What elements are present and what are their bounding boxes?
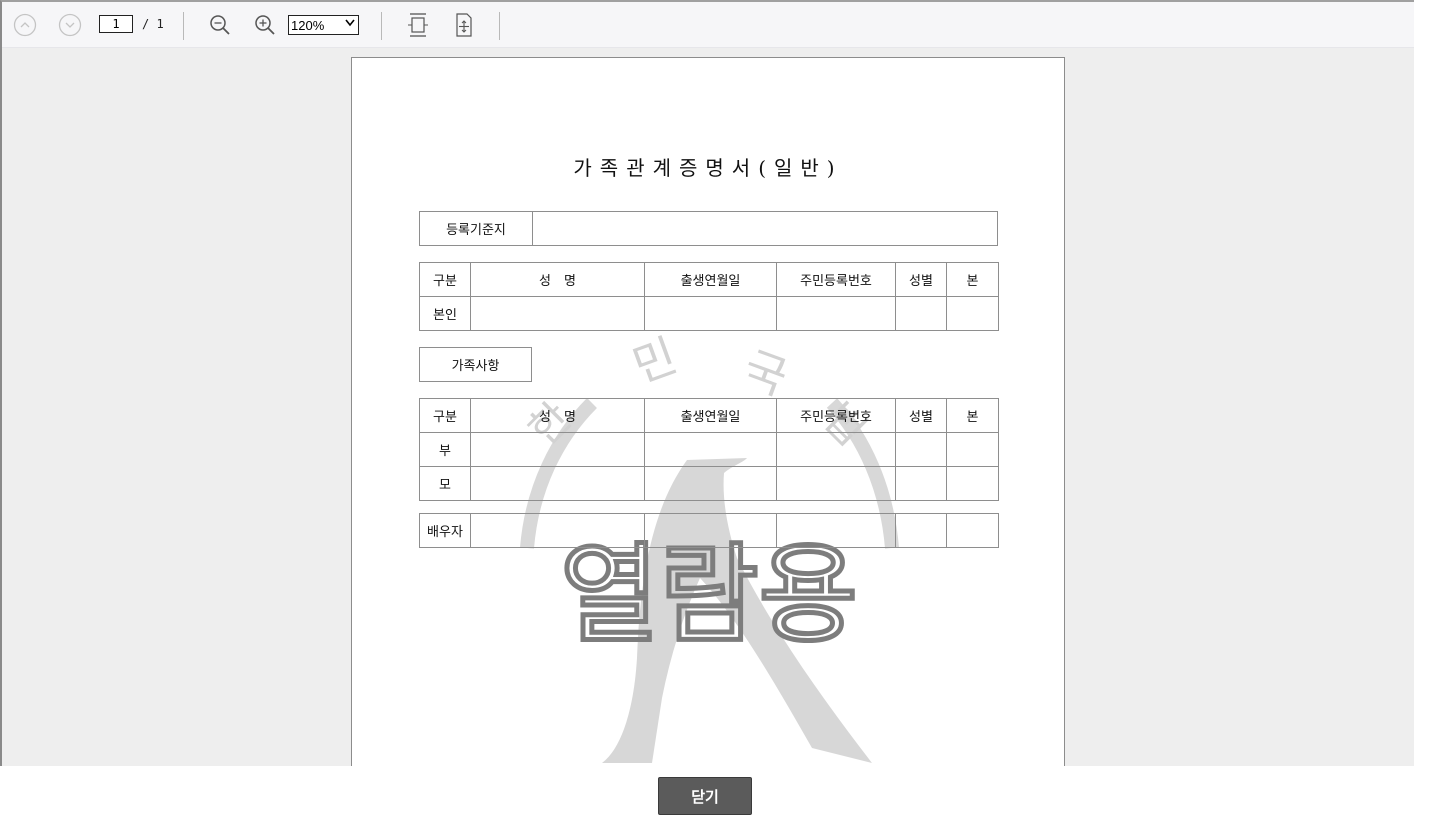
spouse-table: 배우자 — [419, 513, 999, 548]
fit-width-icon — [408, 13, 428, 37]
header-name: 성 명 — [470, 398, 645, 433]
previous-page-button[interactable] — [12, 12, 38, 38]
page-number-input[interactable] — [99, 15, 133, 33]
row-label-spouse: 배우자 — [419, 513, 471, 548]
table-row: 본인 — [419, 296, 999, 331]
toolbar-divider — [381, 12, 382, 40]
document-page: 민 국 한 법 열람용 가족관계증명서(일반) 등록기준지 구분 성 명 출생연… — [351, 57, 1065, 766]
svg-text:민: 민 — [626, 328, 684, 393]
zoom-level-select[interactable]: 120% — [288, 15, 359, 35]
header-birth: 출생연월일 — [644, 398, 777, 433]
table-row: 배우자 — [419, 513, 999, 548]
table-header-row: 구분 성 명 출생연월일 주민등록번호 성별 본 — [419, 398, 999, 433]
header-resident-number: 주민등록번호 — [776, 262, 896, 297]
header-sex: 성별 — [895, 262, 947, 297]
header-clan: 본 — [946, 398, 999, 433]
registry-label: 등록기준지 — [420, 212, 533, 245]
fit-page-button[interactable] — [451, 12, 477, 38]
zoom-in-button[interactable] — [252, 12, 278, 38]
next-page-button[interactable] — [57, 12, 83, 38]
zoom-out-icon — [210, 15, 230, 35]
header-category: 구분 — [419, 398, 471, 433]
page-total-label: / 1 — [142, 17, 164, 31]
self-table: 구분 성 명 출생연월일 주민등록번호 성별 본 본인 — [419, 262, 999, 331]
fit-width-button[interactable] — [405, 12, 431, 38]
header-birth: 출생연월일 — [644, 262, 777, 297]
header-clan: 본 — [946, 262, 999, 297]
view-only-watermark: 열람용 — [560, 533, 858, 658]
header-resident-number: 주민등록번호 — [776, 398, 896, 433]
family-table: 구분 성 명 출생연월일 주민등록번호 성별 본 부 모 — [419, 398, 999, 501]
document-title: 가족관계증명서(일반) — [573, 156, 843, 180]
toolbar-divider — [499, 12, 500, 40]
family-section-label: 가족사항 — [419, 347, 532, 382]
row-label-mother: 모 — [419, 466, 471, 501]
svg-text:국: 국 — [736, 341, 794, 406]
fit-page-icon — [456, 13, 472, 37]
viewer-toolbar: / 1 120% — [2, 2, 1414, 48]
registry-row: 등록기준지 — [419, 211, 998, 246]
table-row: 모 — [419, 466, 999, 501]
chevron-down-icon — [58, 13, 82, 37]
table-row: 부 — [419, 432, 999, 467]
row-label-self: 본인 — [419, 296, 471, 331]
toolbar-divider — [183, 12, 184, 40]
pdf-viewer: / 1 120% 민 국 한 법 열람용 — [0, 0, 1414, 766]
header-sex: 성별 — [895, 398, 947, 433]
chevron-up-icon — [13, 13, 37, 37]
header-name: 성 명 — [470, 262, 645, 297]
close-button[interactable]: 닫기 — [658, 777, 752, 815]
zoom-out-button[interactable] — [207, 12, 233, 38]
row-label-father: 부 — [419, 432, 471, 467]
zoom-in-icon — [255, 15, 275, 35]
header-category: 구분 — [419, 262, 471, 297]
table-header-row: 구분 성 명 출생연월일 주민등록번호 성별 본 — [419, 262, 999, 297]
